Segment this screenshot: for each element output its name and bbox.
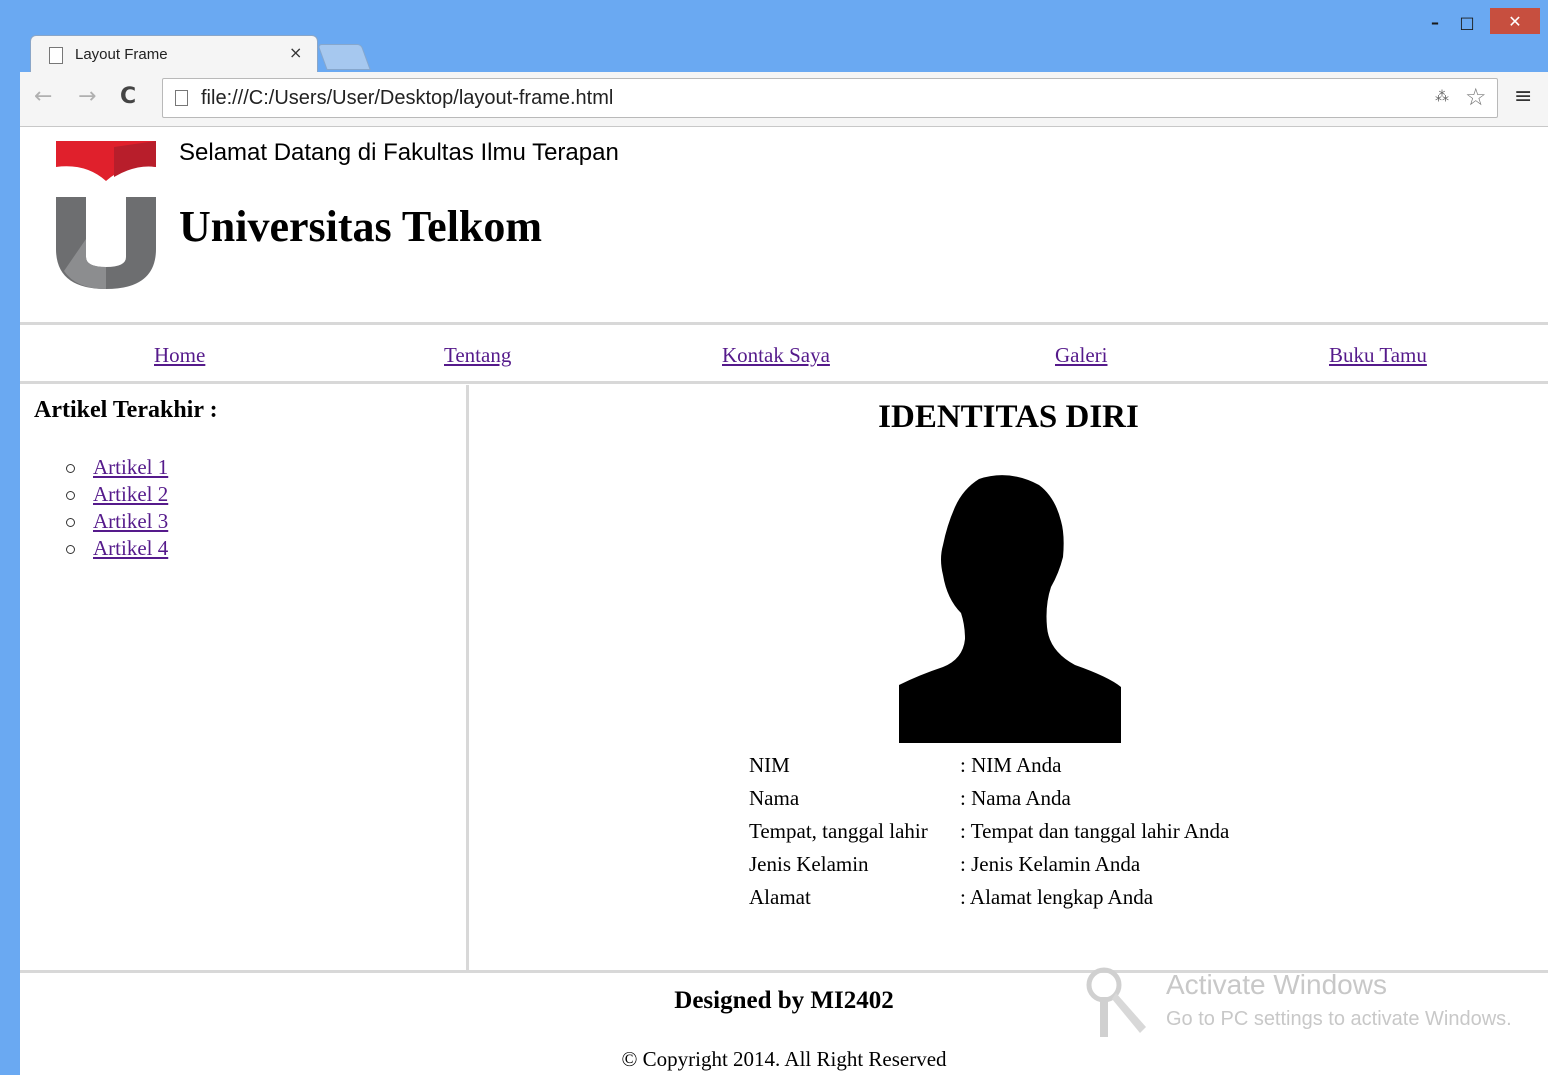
article-link[interactable]: Artikel 1	[93, 455, 168, 480]
circle-bullet-icon	[66, 545, 75, 554]
translate-icon[interactable]: ⁂	[1435, 89, 1449, 105]
url-text[interactable]: file:///C:/Users/User/Desktop/layout-fra…	[201, 87, 613, 110]
nav-galeri-link[interactable]: Galeri	[1055, 343, 1107, 368]
tab-title: Layout Frame	[75, 46, 168, 63]
page-title: IDENTITAS DIRI	[878, 399, 1139, 435]
bookmark-star-icon[interactable]: ☆	[1465, 83, 1487, 111]
site-brand-title: Universitas Telkom	[179, 202, 543, 251]
nav-tentang-link[interactable]: Tentang	[444, 343, 511, 368]
close-window-button[interactable]: ✕	[1490, 8, 1540, 34]
main-content: IDENTITAS DIRI NIM : NIM Anda Nama : Nama …	[469, 385, 1548, 970]
page-icon	[175, 90, 188, 106]
row-label: Alamat	[749, 885, 811, 909]
profile-silhouette-image	[899, 475, 1121, 743]
watermark-subtitle: Go to PC settings to activate Windows.	[1166, 1008, 1512, 1030]
row-value: : Jenis Kelamin Anda	[960, 852, 1141, 876]
article-link[interactable]: Artikel 3	[93, 509, 168, 534]
browser-toolbar: ← → C file:///C:/Users/User/Desktop/layo…	[20, 72, 1548, 127]
minimize-button[interactable]: –	[1420, 8, 1450, 36]
forward-arrow-icon[interactable]: →	[78, 84, 96, 109]
activate-windows-watermark: Activate Windows Go to PC settings to ac…	[1086, 963, 1548, 1043]
page-viewport: Selamat Datang di Fakultas Ilmu Terapan …	[20, 127, 1548, 1075]
sidebar-title: Artikel Terakhir :	[34, 397, 218, 423]
table-row: NIM : NIM Anda	[749, 749, 1229, 782]
key-icon	[1086, 967, 1146, 1037]
row-value: : Alamat lengkap Anda	[960, 885, 1154, 909]
row-label: Tempat, tanggal lahir	[749, 819, 928, 843]
watermark-title: Activate Windows	[1166, 969, 1387, 1000]
sidebar: Artikel Terakhir : Artikel 1 Artikel 2 A…	[20, 385, 469, 970]
reload-icon[interactable]: C	[120, 84, 136, 109]
row-value: : NIM Anda	[960, 753, 1062, 777]
welcome-text: Selamat Datang di Fakultas Ilmu Terapan	[179, 139, 619, 166]
row-value: : Tempat dan tanggal lahir Anda	[960, 819, 1230, 843]
page-icon	[49, 47, 63, 64]
address-bar[interactable]: file:///C:/Users/User/Desktop/layout-fra…	[162, 78, 1498, 118]
menu-icon[interactable]: ≡	[1514, 84, 1532, 109]
nav-kontak-saya-link[interactable]: Kontak Saya	[722, 343, 830, 368]
article-link[interactable]: Artikel 4	[93, 536, 168, 561]
main-nav: Home Tentang Kontak Saya Galeri Buku Tam…	[20, 325, 1548, 381]
site-header: Selamat Datang di Fakultas Ilmu Terapan …	[20, 127, 1548, 321]
title-bar: Layout Frame × – □ ✕	[0, 0, 1548, 74]
back-arrow-icon[interactable]: ←	[34, 84, 52, 109]
circle-bullet-icon	[66, 464, 75, 473]
table-row: Alamat : Alamat lengkap Anda	[749, 881, 1229, 914]
table-row: Tempat, tanggal lahir : Tempat dan tangga…	[749, 815, 1229, 848]
table-row: Jenis Kelamin : Jenis Kelamin Anda	[749, 848, 1229, 881]
tab-close-button[interactable]: ×	[289, 43, 302, 62]
divider	[20, 381, 1548, 384]
circle-bullet-icon	[66, 518, 75, 527]
row-label: NIM	[749, 753, 790, 777]
article-link[interactable]: Artikel 2	[93, 482, 168, 507]
browser-window: Layout Frame × – □ ✕ ← → C file:///C:/Us…	[0, 0, 1548, 1075]
new-tab-button[interactable]	[317, 44, 371, 70]
identity-table: NIM : NIM Anda Nama : Nama Anda Tempat, ta…	[749, 749, 1229, 914]
tab-layout-frame[interactable]: Layout Frame ×	[30, 35, 318, 74]
copyright-text: © Copyright 2014. All Right Reserved	[621, 1047, 947, 1071]
row-label: Nama	[749, 786, 800, 810]
nav-buku-tamu-link[interactable]: Buku Tamu	[1329, 343, 1427, 368]
table-row: Nama : Nama Anda	[749, 782, 1229, 815]
maximize-button[interactable]: □	[1452, 8, 1482, 36]
circle-bullet-icon	[66, 491, 75, 500]
row-label: Jenis Kelamin	[749, 852, 869, 876]
nav-home-link[interactable]: Home	[154, 343, 205, 368]
telkom-university-logo	[56, 141, 156, 289]
row-value: : Nama Anda	[960, 786, 1071, 810]
